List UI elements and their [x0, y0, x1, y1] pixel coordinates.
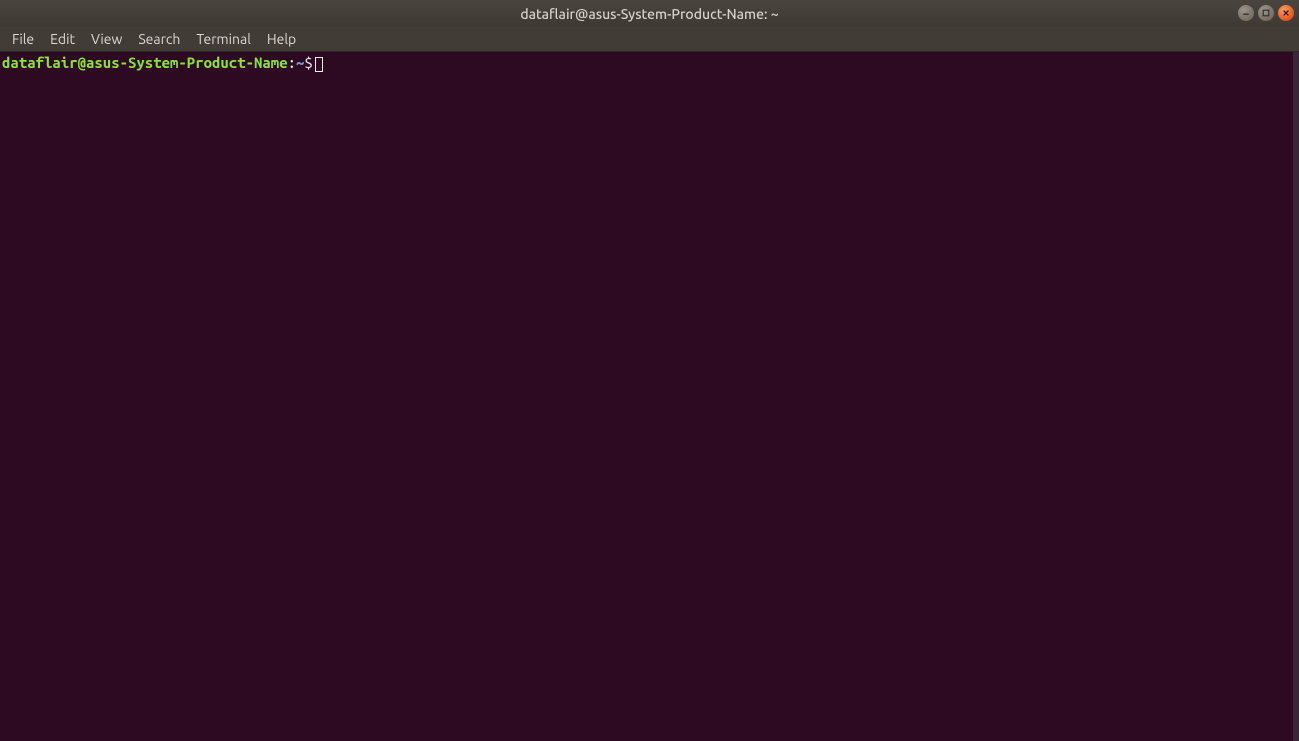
terminal-cursor [315, 57, 323, 72]
maximize-button[interactable] [1258, 5, 1274, 21]
scrollbar[interactable] [1293, 52, 1299, 741]
minimize-button[interactable] [1238, 5, 1254, 21]
minimize-icon [1242, 9, 1250, 17]
window-controls [1238, 5, 1294, 21]
menu-file[interactable]: File [4, 28, 42, 50]
window-titlebar: dataflair@asus-System-Product-Name: ~ [0, 0, 1299, 27]
window-title: dataflair@asus-System-Product-Name: ~ [520, 6, 778, 22]
prompt-line: dataflair@asus-System-Product-Name:~$ [2, 54, 1291, 71]
menu-edit[interactable]: Edit [42, 28, 83, 50]
menu-search[interactable]: Search [130, 28, 188, 50]
prompt-colon: : [288, 54, 296, 71]
prompt-user-host: dataflair@asus-System-Product-Name [2, 54, 288, 71]
menu-help[interactable]: Help [259, 28, 304, 50]
prompt-dollar: $ [304, 54, 312, 71]
menubar: File Edit View Search Terminal Help [0, 27, 1299, 52]
maximize-icon [1262, 9, 1270, 17]
menu-terminal[interactable]: Terminal [188, 28, 259, 50]
close-icon [1282, 9, 1290, 17]
terminal-body[interactable]: dataflair@asus-System-Product-Name:~$ [0, 52, 1293, 741]
menu-view[interactable]: View [83, 28, 130, 50]
close-button[interactable] [1278, 5, 1294, 21]
